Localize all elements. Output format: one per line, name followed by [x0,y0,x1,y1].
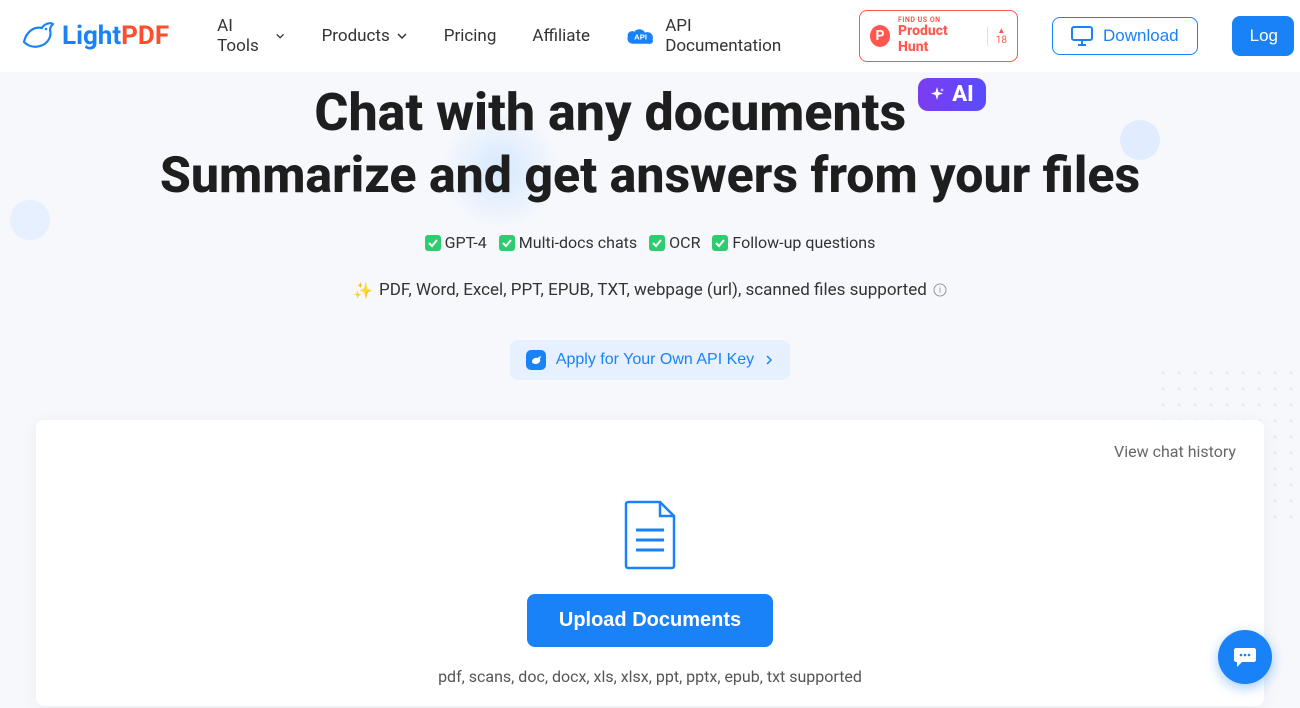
logo-text-pdf: PDF [121,21,169,51]
upload-card: View chat history Upload Documents pdf, … [36,420,1264,706]
upload-button-label: Upload Documents [559,609,741,631]
nav-label: API Documentation [665,16,791,56]
chat-bubble-button[interactable] [1218,630,1272,684]
info-icon[interactable]: i [933,283,947,297]
api-cloud-icon: API [626,25,655,47]
check-icon [649,235,665,251]
svg-text:API: API [634,32,647,41]
nav-label: Pricing [444,26,497,46]
product-hunt-icon: P [870,25,890,47]
nav-api-docs[interactable]: API API Documentation [626,16,791,56]
hero-section: Chat with any documents AI Summarize and… [0,72,1300,380]
check-icon [499,235,515,251]
supported-formats: pdf, scans, doc, docx, xls, xlsx, ppt, p… [64,667,1236,686]
nav-ai-tools[interactable]: AI Tools [217,16,285,56]
nav-label: Affiliate [532,26,590,46]
feature-multidocs: Multi-docs chats [499,233,637,252]
logo-bird-icon [20,18,56,54]
download-label: Download [1103,26,1179,46]
nav-affiliate[interactable]: Affiliate [532,26,590,46]
main-nav: AI Tools Products Pricing Affiliate API … [217,16,791,56]
view-history-link[interactable]: View chat history [1114,442,1236,461]
product-hunt-name: Product Hunt [898,24,975,55]
sparkle-emoji-icon: ✨ [353,281,373,300]
apply-api-key-button[interactable]: Apply for Your Own API Key [510,340,790,380]
hero-supported: ✨ PDF, Word, Excel, PPT, EPUB, TXT, webp… [0,280,1300,300]
api-key-label: Apply for Your Own API Key [556,351,754,369]
feature-followup: Follow-up questions [712,233,875,252]
product-hunt-count: ▲ 18 [987,27,1007,46]
api-key-icon [526,350,546,370]
site-header: LightPDF AI Tools Products Pricing Affil… [0,0,1300,72]
nav-label: Products [322,26,390,46]
chevron-down-icon [396,30,408,42]
chat-icon [1232,644,1258,670]
logo-text-light: Light [62,21,121,51]
product-hunt-badge[interactable]: P FIND US ON Product Hunt ▲ 18 [859,10,1018,62]
login-label: Log [1250,26,1278,45]
nav-products[interactable]: Products [322,26,408,46]
upload-documents-button[interactable]: Upload Documents [527,594,773,647]
ai-badge: AI [918,78,985,111]
nav-label: AI Tools [217,16,269,56]
monitor-icon [1071,26,1093,46]
hero-title: Chat with any documents AI [314,82,985,143]
sparkle-icon [928,86,946,104]
hero-features: GPT-4 Multi-docs chats OCR Follow-up que… [0,233,1300,252]
document-icon [622,500,678,570]
nav-pricing[interactable]: Pricing [444,26,497,46]
hero-subtitle: Summarize and get answers from your file… [0,147,1300,205]
chevron-right-icon [764,355,774,365]
feature-gpt4: GPT-4 [425,233,487,252]
logo[interactable]: LightPDF [20,18,169,54]
feature-ocr: OCR [649,233,700,252]
svg-text:i: i [939,286,941,296]
check-icon [425,235,441,251]
login-button[interactable]: Log [1232,16,1294,56]
chevron-down-icon [275,30,285,42]
check-icon [712,235,728,251]
download-button[interactable]: Download [1052,17,1198,55]
